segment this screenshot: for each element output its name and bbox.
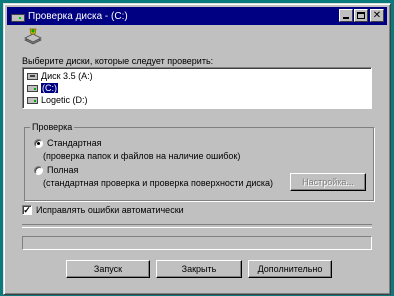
auto-fix-label: Исправлять ошибки автоматически: [36, 205, 184, 215]
standard-check-label: Стандартная: [47, 138, 102, 148]
start-button-label: Запуск: [93, 264, 123, 274]
check-type-title: Проверка: [30, 122, 75, 132]
standard-check-radio[interactable]: Стандартная: [34, 138, 102, 148]
checkbox-checked-icon: ✓: [22, 205, 32, 215]
drive-select-label: Выберите диски, которые следует проверит…: [22, 56, 214, 66]
floppy-drive-icon: [27, 72, 38, 80]
hard-drive-icon: [27, 96, 38, 104]
auto-fix-checkbox[interactable]: ✓ Исправлять ошибки автоматически: [22, 205, 184, 215]
hard-drive-icon: [27, 84, 38, 92]
minimize-button[interactable]: [339, 9, 353, 22]
drive-item-label: Диск 3.5 (A:): [41, 71, 93, 81]
hard-drive-icon: [10, 9, 25, 23]
minimize-icon: [343, 17, 349, 19]
full-check-label: Полная: [47, 165, 79, 175]
drive-item-label: (C:): [41, 83, 58, 93]
window-controls: ✕: [338, 9, 384, 22]
maximize-icon: [357, 12, 365, 19]
window-title: Проверка диска - (C:): [28, 10, 128, 22]
maximize-button[interactable]: [354, 9, 368, 22]
close-window-button[interactable]: ✕: [370, 9, 384, 22]
full-check-radio[interactable]: Полная: [34, 165, 78, 175]
scandisk-icon: [24, 28, 42, 45]
full-check-description: (стандартная проверка и проверка поверхн…: [43, 178, 274, 188]
close-icon: ✕: [372, 10, 382, 21]
drive-item-d[interactable]: Logetic (D:): [27, 94, 88, 106]
progress-bar: [22, 236, 372, 250]
standard-check-description: (проверка папок и файлов на наличие ошиб…: [43, 151, 241, 161]
settings-button[interactable]: Настройка...: [290, 173, 366, 191]
close-button[interactable]: Закрыть: [156, 260, 242, 278]
advanced-button-label: Дополнительно: [257, 264, 323, 274]
settings-button-label: Настройка...: [302, 177, 354, 187]
drive-item-a[interactable]: Диск 3.5 (A:): [27, 70, 93, 82]
close-button-label: Закрыть: [181, 264, 217, 274]
drive-item-label: Logetic (D:): [41, 95, 88, 105]
title-bar[interactable]: Проверка диска - (C:) ✕: [7, 7, 387, 25]
advanced-button[interactable]: Дополнительно: [248, 260, 332, 278]
drive-list[interactable]: Диск 3.5 (A:) (C:) Logetic (D:): [22, 67, 372, 109]
start-button[interactable]: Запуск: [66, 260, 150, 278]
status-separator: [22, 224, 372, 228]
drive-item-c[interactable]: (C:): [27, 82, 58, 94]
radio-unselected-icon: [34, 165, 43, 175]
radio-selected-icon: [34, 138, 43, 148]
